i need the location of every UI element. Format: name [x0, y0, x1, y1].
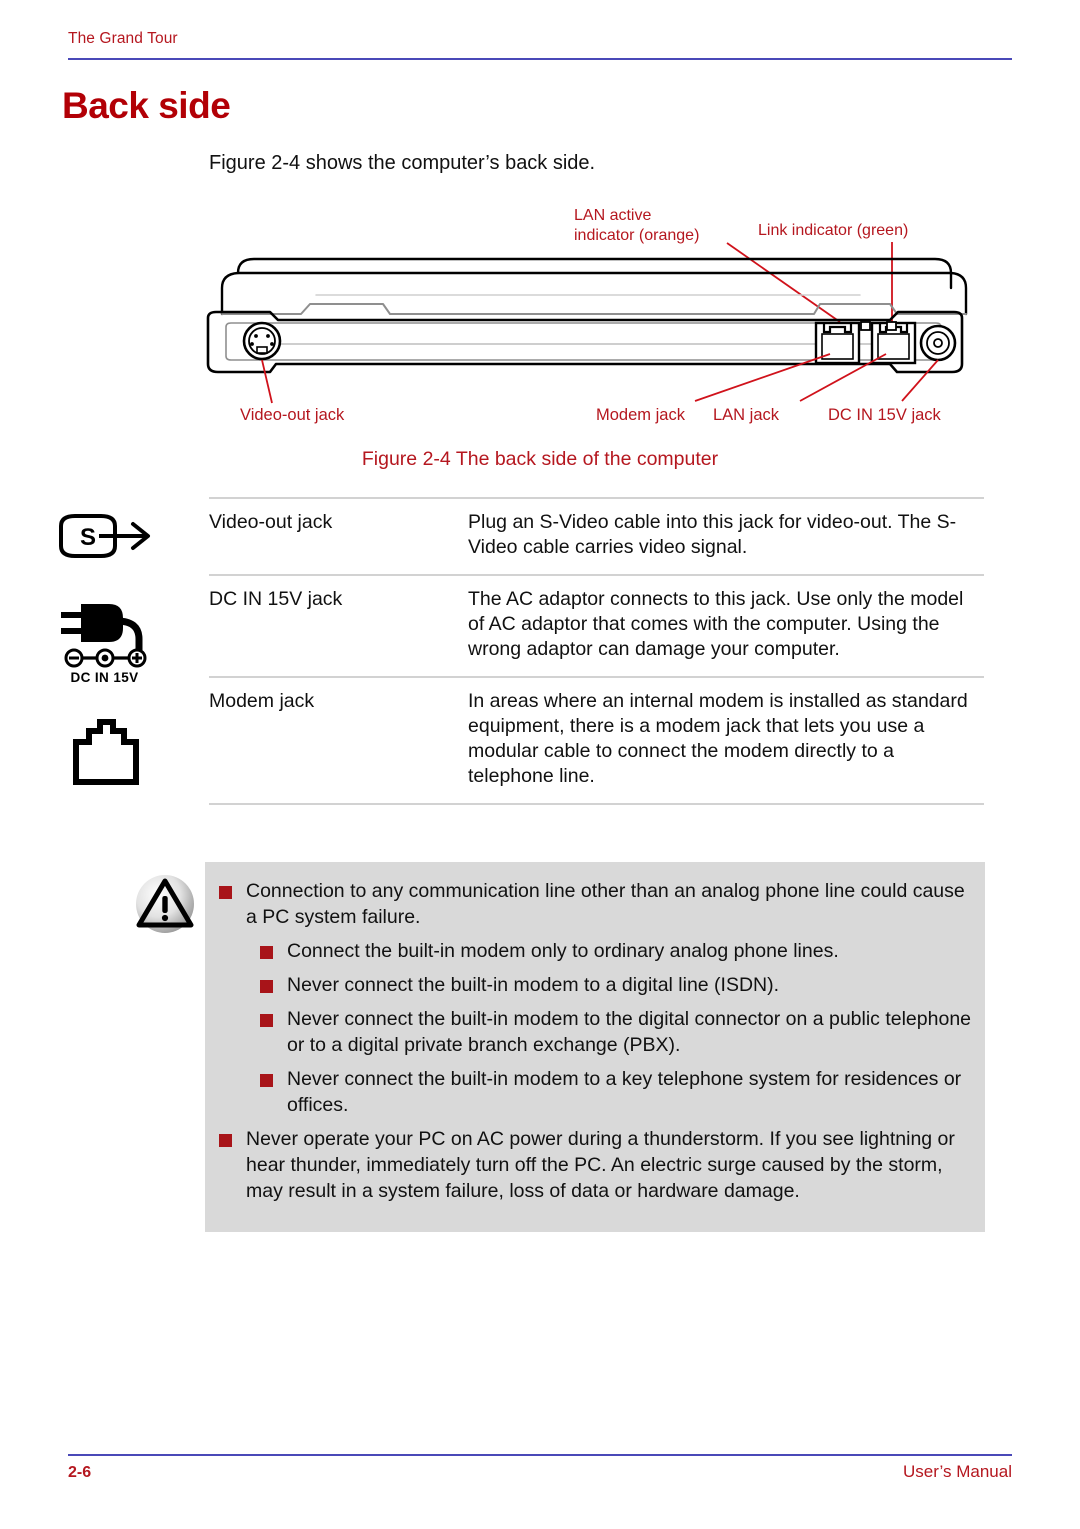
modem-jack-icon [72, 719, 139, 785]
manual-label: User’s Manual [903, 1462, 1012, 1481]
modem-jack-icon-wrap [0, 718, 209, 788]
caution-item-text: Never connect the built-in modem to a ke… [287, 1068, 962, 1116]
bullet-square-icon [260, 1014, 273, 1027]
lan-active-indicator-led [860, 321, 871, 331]
leader-dc-in [901, 359, 939, 402]
bullet-square-icon [260, 980, 273, 993]
caution-item-text: Never operate your PC on AC power during… [246, 1128, 955, 1202]
intro-paragraph: Figure 2-4 shows the computer’s back sid… [209, 152, 596, 174]
link-indicator-led [886, 321, 897, 331]
bullet-square-icon [260, 946, 273, 959]
spec-term: Video-out jack [209, 511, 333, 533]
caution-item: Never connect the built-in modem to the … [260, 1006, 971, 1058]
bullet-square-icon [260, 1074, 273, 1087]
table-row: Video-out jack Plug an S-Video cable int… [209, 497, 984, 574]
caution-item-text: Connect the built-in modem only to ordin… [287, 940, 839, 962]
spec-description: In areas where an internal modem is inst… [468, 690, 968, 787]
caution-item-text: Connection to any communication line oth… [246, 880, 965, 928]
svg-text:S: S [80, 524, 96, 551]
table-row: DC IN 15V jack The AC adaptor connects t… [209, 574, 984, 676]
caution-item: Never connect the built-in modem to a di… [260, 972, 971, 998]
callout-lan-active-line1: LAN active [574, 207, 651, 224]
spec-term: Modem jack [209, 690, 315, 712]
page-number: 2-6 [68, 1464, 92, 1481]
figure-backside: LAN active indicator (orange) Link indic… [200, 196, 1000, 446]
caution-item: Never connect the built-in modem to a ke… [260, 1066, 971, 1118]
caution-item: Connection to any communication line oth… [219, 878, 971, 930]
caution-triangle-icon [136, 875, 194, 933]
caution-item: Connect the built-in modem only to ordin… [260, 938, 971, 964]
figure-caption: Figure 2-4 The back side of the computer [361, 448, 719, 470]
video-out-jack-port [242, 321, 282, 361]
callout-link-indicator: Link indicator (green) [758, 222, 908, 239]
caution-item-text: Never connect the built-in modem to a di… [287, 974, 780, 996]
callout-modem: Modem jack [596, 406, 686, 424]
page-title: Back side [62, 85, 231, 126]
callout-dc-in: DC IN 15V jack [828, 406, 942, 424]
callout-lan-active-line2: indicator (orange) [574, 227, 699, 244]
bullet-square-icon [219, 886, 232, 899]
dc-in-plug-icon [60, 604, 146, 668]
header-rule [68, 58, 1012, 60]
leader-lan-active [726, 242, 841, 323]
spec-table: Video-out jack Plug an S-Video cable int… [209, 497, 984, 805]
bullet-square-icon [219, 1134, 232, 1147]
spec-description: Plug an S-Video cable into this jack for… [468, 511, 957, 558]
callout-lan: LAN jack [713, 406, 780, 424]
dc-in-plug-icon-wrap: DC IN 15V [0, 597, 209, 685]
caution-box: Connection to any communication line oth… [205, 862, 985, 1232]
caution-item: Never operate your PC on AC power during… [219, 1126, 971, 1204]
dc-in-icon-label: DC IN 15V [70, 670, 139, 685]
spec-term: DC IN 15V jack [209, 588, 343, 610]
leader-modem [694, 353, 831, 402]
running-header: The Grand Tour [68, 30, 178, 47]
table-row: Modem jack In areas where an internal mo… [209, 676, 984, 805]
footer-rule [68, 1454, 1012, 1456]
spec-description: The AC adaptor connects to this jack. Us… [468, 588, 964, 660]
dc-in-jack-port [919, 324, 957, 362]
leader-video-out [261, 359, 273, 404]
s-video-out-icon-wrap: S [0, 512, 209, 560]
caution-item-text: Never connect the built-in modem to the … [287, 1008, 972, 1056]
document-page: The Grand Tour Back side Figure 2-4 show… [0, 0, 1080, 1529]
s-video-out-icon: S [58, 514, 150, 558]
callout-video-out: Video-out jack [240, 406, 345, 424]
